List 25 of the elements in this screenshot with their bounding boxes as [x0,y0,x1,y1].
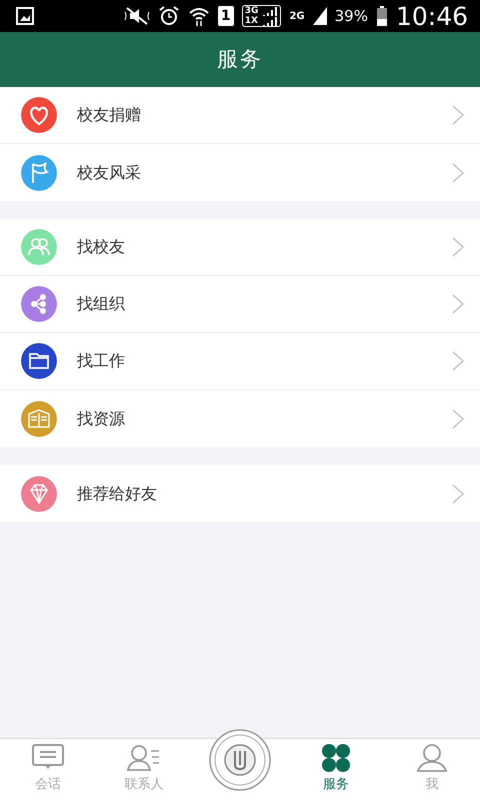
tab[interactable]: 服务 [288,739,384,794]
signal-icon [312,7,327,25]
university-logo[interactable] [209,729,271,791]
person-icon [416,743,448,773]
chevron-icon [452,237,464,257]
chevron-icon [452,351,464,371]
chevron-icon [452,162,464,182]
sim-slot-label: 1 [218,6,234,26]
network-type-label: 2G [289,10,305,24]
battery-icon [376,5,388,27]
chevron-icon [452,484,464,504]
chevron-icon [452,105,464,125]
wifi-icon [188,5,210,27]
network-type-label: 3G [244,6,258,16]
battery-percent: 39% [334,6,368,27]
alarm-icon [158,5,180,27]
chevron-icon [452,294,464,314]
vibrate-icon [124,6,150,26]
clock-time: 10:46 [396,4,468,28]
network-type-label: 1X [244,16,258,26]
page-title: 服务 [217,46,263,73]
gallery-icon [16,7,34,25]
contacts-icon [127,743,161,773]
chevron-icon [452,408,464,428]
clover-icon [321,743,351,773]
